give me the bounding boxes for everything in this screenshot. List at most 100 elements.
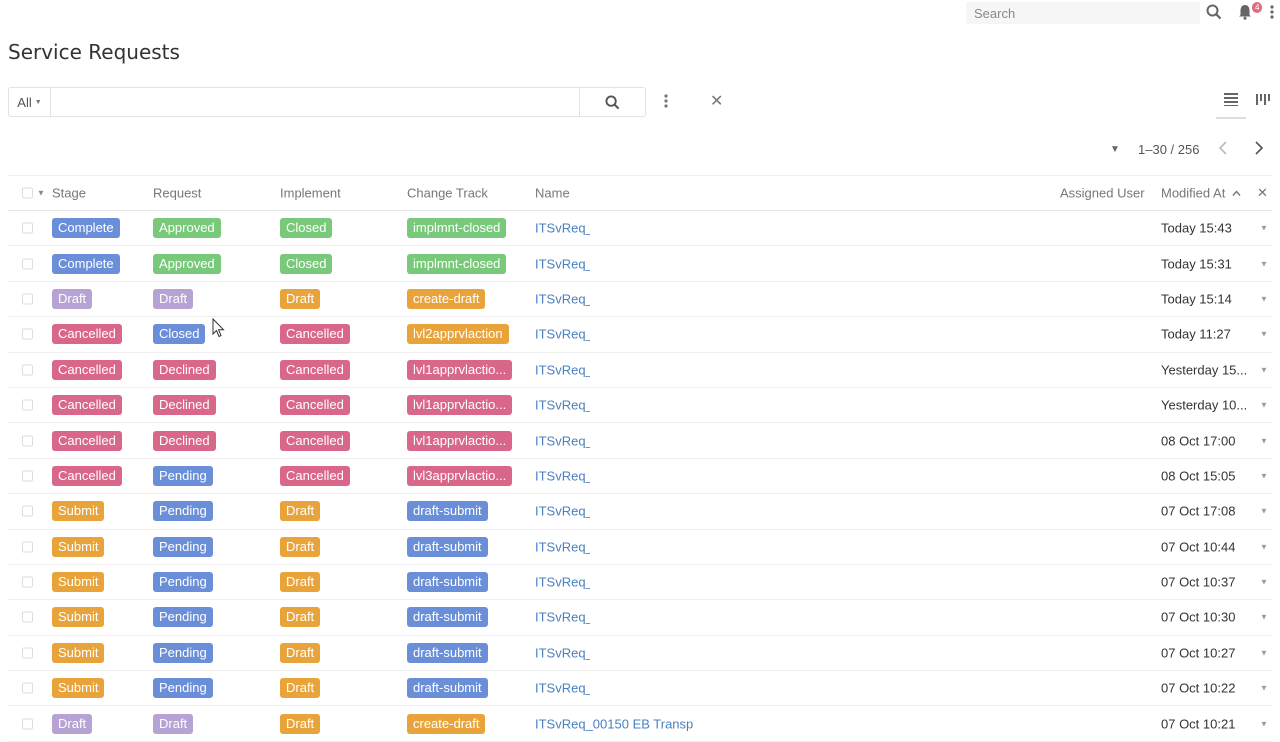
filter-text-input[interactable] [51,88,579,116]
request-name-link[interactable]: ITSvReq_( [535,433,597,448]
table-row[interactable]: Cancelled Pending Cancelled lvl3apprvlactio… [8,458,1272,495]
row-menu-caret-icon[interactable]: ▼ [1260,719,1268,728]
table-row[interactable]: Cancelled Closed Cancelled lvl2apprvlaction… [8,317,1272,353]
request-name-link[interactable]: ITSvReq_( [535,575,597,590]
row-menu-caret-icon[interactable]: ▼ [1260,578,1268,587]
row-menu-caret-icon[interactable]: ▼ [1260,648,1268,657]
column-header-change-track[interactable]: Change Track [407,186,488,201]
row-menu-caret-icon[interactable]: ▼ [1260,294,1268,303]
request-name-link[interactable]: ITSvReq_( [535,221,597,236]
chevron-right-icon[interactable] [1254,140,1264,161]
implement-badge: Draft [280,642,321,663]
list-view-icon[interactable] [1224,92,1238,111]
row-menu-caret-icon[interactable]: ▼ [1260,684,1268,693]
select-options-caret-icon[interactable]: ▼ [37,189,45,198]
row-checkbox[interactable] [22,435,33,447]
row-checkbox[interactable] [22,611,33,623]
implement-badge: Draft [280,678,321,699]
request-name-link[interactable]: ITSvReq_( [535,398,597,413]
row-checkbox[interactable] [22,364,33,376]
table-row[interactable]: Cancelled Declined Cancelled lvl1apprvlacti… [8,423,1272,459]
request-badge: Draft [153,713,194,734]
table-row[interactable]: Draft Draft Draft create-draft ITSvReq_(Toda… [8,281,1272,318]
request-badge: Pending [153,607,213,628]
row-checkbox[interactable] [22,399,33,411]
filter-actions-menu-icon[interactable] [664,93,668,114]
request-name-link[interactable]: ITSvReq_( [535,681,597,696]
request-name-link[interactable]: ITSvReq_( [535,256,597,271]
modified-at-cell: 07 Oct 10:22 [1161,680,1236,696]
request-name-link[interactable]: ITSvReq_( [535,504,597,519]
request-name-link[interactable]: ITSvReq_( [535,645,597,660]
table-row[interactable]: Submit Pending Draft draft-submit ITSvReq_(0… [8,564,1272,601]
row-checkbox[interactable] [22,328,33,340]
row-menu-caret-icon[interactable]: ▼ [1260,224,1268,233]
row-checkbox[interactable] [22,576,33,588]
request-name-link[interactable]: ITSvReq_( [535,539,597,554]
table-row[interactable]: Complete Approved Closed implmnt-closed ITSv… [8,211,1272,247]
stage-badge: Draft [52,288,93,309]
column-header-implement[interactable]: Implement [280,186,341,201]
request-badge: Approved [153,218,221,239]
row-checkbox[interactable] [22,505,33,517]
reset-filter-close-icon[interactable]: ✕ [710,91,723,111]
row-menu-caret-icon[interactable]: ▼ [1260,507,1268,516]
column-header-assigned-user[interactable]: Assigned User [1060,186,1145,201]
table-row[interactable]: Complete Approved Closed implmnt-closed ITSv… [8,246,1272,282]
table-row[interactable]: Cancelled Declined Cancelled lvl1apprvlacti… [8,352,1272,388]
row-menu-caret-icon[interactable]: ▼ [1260,542,1268,551]
global-search-input[interactable] [966,2,1200,24]
row-checkbox[interactable] [22,222,33,234]
row-menu-caret-icon[interactable]: ▼ [1260,330,1268,339]
table-row[interactable]: Cancelled Declined Cancelled lvl1apprvlacti… [8,387,1272,424]
row-menu-caret-icon[interactable]: ▼ [1260,471,1268,480]
request-name-link[interactable]: ITSvReq_( [535,468,597,483]
row-checkbox[interactable] [22,647,33,659]
column-header-stage[interactable]: Stage [52,186,86,201]
row-checkbox[interactable] [22,541,33,553]
modified-at-cell: 07 Oct 10:37 [1161,574,1236,590]
more-vertical-icon[interactable] [1270,4,1274,25]
column-settings-close-icon[interactable]: ✕ [1257,185,1268,201]
column-header-modified-at[interactable]: Modified At [1161,186,1241,201]
request-name-link[interactable]: ITSvReq_00150 EB Transp [535,716,693,731]
row-menu-caret-icon[interactable]: ▼ [1260,401,1268,410]
table-row[interactable]: Submit Pending Draft draft-submit ITSvReq_(0… [8,529,1272,565]
row-menu-caret-icon[interactable]: ▼ [1260,365,1268,374]
select-all-checkbox[interactable] [22,187,33,199]
stage-badge: Submit [52,678,105,699]
row-checkbox[interactable] [22,258,33,270]
request-name-link[interactable]: ITSvReq_( [535,362,597,377]
pagination-size-caret-icon[interactable]: ▼ [1110,144,1120,155]
implement-badge: Cancelled [280,324,350,345]
kanban-view-icon[interactable] [1256,92,1270,111]
row-menu-caret-icon[interactable]: ▼ [1260,436,1268,445]
request-badge: Pending [153,642,213,663]
caret-down-icon: ▼ [34,98,42,106]
filter-search-button[interactable] [579,88,645,116]
table-row[interactable]: Submit Pending Draft draft-submit ITSvReq_(0… [8,635,1272,672]
table-row[interactable]: Submit Pending Draft draft-submit ITSvReq_(0… [8,671,1272,707]
redacted-area [590,423,1142,458]
row-menu-caret-icon[interactable]: ▼ [1260,259,1268,268]
table-row[interactable]: Draft Draft Draft create-draft ITSvReq_00150… [8,706,1272,742]
row-checkbox[interactable] [22,470,33,482]
row-menu-caret-icon[interactable]: ▼ [1260,613,1268,622]
request-name-link[interactable]: ITSvReq_( [535,291,597,306]
request-badge: Declined [153,359,216,380]
redacted-area [590,529,1142,564]
row-checkbox[interactable] [22,682,33,694]
request-name-link[interactable]: ITSvReq_( [535,610,597,625]
request-name-link[interactable]: ITSvReq_( [535,327,597,342]
column-header-request[interactable]: Request [153,186,201,201]
filter-scope-dropdown[interactable]: All ▼ [9,88,51,116]
chevron-left-icon[interactable] [1218,140,1228,161]
table-row[interactable]: Submit Pending Draft draft-submit ITSvReq_(0… [8,494,1272,530]
table-row[interactable]: Submit Pending Draft draft-submit ITSvReq_(0… [8,600,1272,636]
row-checkbox[interactable] [22,293,33,305]
redacted-area [590,246,1142,281]
column-header-name[interactable]: Name [535,186,570,201]
search-icon[interactable] [1206,4,1222,25]
bell-icon[interactable] [1238,4,1252,25]
request-badge: Closed [153,324,206,345]
